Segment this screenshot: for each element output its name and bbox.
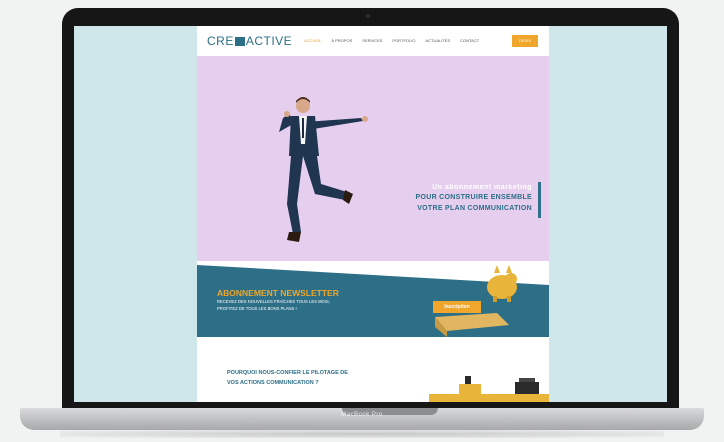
nav-item-portfolio[interactable]: PORTFOLIO — [392, 38, 415, 43]
inscription-button[interactable]: Inscription — [433, 301, 481, 313]
hero-banner: Un abonnement marketing POUR CONSTRUIRE … — [197, 56, 549, 261]
newsletter-text-line1: RECEVEZ DES NOUVELLES FRAÎCHES TOUS LES … — [217, 299, 330, 304]
logo-text-right: ACTIVE — [245, 34, 293, 48]
nav-item-accueil[interactable]: ACCUEIL — [304, 38, 321, 43]
device-label: MacBook Pro — [341, 412, 383, 418]
laptop-screen: CRE ACTIVE ACCUEIL À PROPOS SERVICES POR… — [74, 26, 667, 402]
desk-illustration — [429, 376, 549, 402]
nav-item-contact[interactable]: CONTACT — [460, 38, 479, 43]
jumping-businessman-photo — [279, 97, 368, 242]
webcam — [366, 14, 370, 18]
website-page: CRE ACTIVE ACCUEIL À PROPOS SERVICES POR… — [197, 26, 549, 402]
logo-mark-icon — [234, 36, 245, 46]
nav-item-services[interactable]: SERVICES — [362, 38, 382, 43]
laptop-shadow — [60, 430, 664, 438]
newsletter-text-line2: PROFITEZ DE TOUS LES BONS PLANS ! — [217, 306, 297, 311]
nav-item-actualites[interactable]: ACTUALITÉS — [425, 38, 450, 43]
newsletter-title: ABONNEMENT NEWSLETTER — [217, 288, 339, 298]
hero-tagline: Un abonnement marketing — [432, 184, 532, 191]
main-nav: ACCUEIL À PROPOS SERVICES PORTFOLIO ACTU… — [304, 38, 479, 43]
why-us-heading-line1: POURQUOI NOUS-CONFIER LE PILOTAGE DE — [227, 370, 348, 376]
hero-accent-bar — [538, 182, 541, 218]
site-header: CRE ACTIVE ACCUEIL À PROPOS SERVICES POR… — [197, 26, 549, 56]
devis-button[interactable]: DEVIS — [512, 35, 538, 47]
hero-headline-line1: POUR CONSTRUIRE ENSEMBLE — [415, 194, 532, 201]
why-us-heading-line2: VOS ACTIONS COMMUNICATION ? — [227, 380, 319, 386]
logo-text-left: CRE — [207, 34, 234, 48]
site-logo[interactable]: CRE ACTIVE — [207, 34, 292, 48]
hero-headline-line2: VOTRE PLAN COMMUNICATION — [417, 205, 532, 212]
nav-item-a-propos[interactable]: À PROPOS — [331, 38, 352, 43]
